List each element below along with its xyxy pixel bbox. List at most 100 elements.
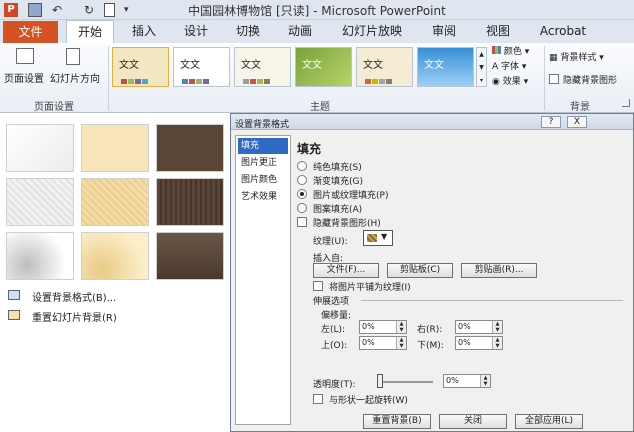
offset-bottom-spinner[interactable]: 0% ▲ ▼ [455,336,503,350]
tab-file[interactable]: 文件 [3,21,58,43]
transparency-slider-thumb[interactable] [377,374,383,388]
spin-arrows-icon[interactable]: ▲ ▼ [396,321,406,333]
tab-home[interactable]: 开始 [66,20,114,43]
tab-design[interactable]: 设计 [172,20,220,43]
offset-left-value: 0% [362,322,375,331]
nav-artistic-effects[interactable]: 艺术效果 [238,189,288,205]
nav-picture-color[interactable]: 图片颜色 [238,172,288,188]
rotate-with-shape-label: 与形状一起旋转(W) [329,396,408,406]
tab-review[interactable]: 审阅 [420,20,468,43]
fonts-label: 字体 [501,62,520,72]
nav-picture-correction[interactable]: 图片更正 [238,155,288,171]
apply-all-button[interactable]: 全部应用(L) [515,414,583,429]
bg-swatch-cream-gradient[interactable] [81,232,149,280]
file-button[interactable]: 文件(F)... [313,263,379,278]
spin-arrows-icon[interactable]: ▲ ▼ [480,375,490,387]
effects-icon: ◉ [492,77,500,87]
clipart-button[interactable]: 剪贴画(R)... [461,263,537,278]
reset-bg-menu-item[interactable]: 重置幻灯片背景(R) [32,309,117,324]
clipboard-button[interactable]: 剪贴板(C) [387,263,453,278]
bg-swatch-cream-texture[interactable] [81,178,149,226]
theme-sample-text: 文文 [241,60,261,71]
texture-picker[interactable]: ▼ [363,230,393,246]
window-title: 中国园林博物馆 [只读] - Microsoft PowerPoint [188,4,446,18]
spin-arrows-icon[interactable]: ▲ ▼ [396,337,406,349]
offset-top-spinner[interactable]: 0% ▲ ▼ [359,336,407,350]
fill-heading: 填充 [297,142,322,156]
theme-color-bars [182,76,222,84]
theme-sample-text: 文文 [302,60,322,71]
theme-color-bars [365,76,405,84]
transparency-spinner[interactable]: 0% ▲ ▼ [443,374,491,388]
tile-checkbox[interactable] [313,281,323,291]
pattern-fill-label: 图案填充(A) [313,205,363,215]
theme-thumb-1[interactable]: 文文 [112,47,169,87]
bg-swatch-brown-texture[interactable] [156,178,224,226]
gradient-fill-radio[interactable] [297,175,307,185]
tab-acrobat[interactable]: Acrobat [528,20,598,43]
offset-left-label: 左(L): [321,325,346,335]
nav-fill[interactable]: 填充 [238,138,288,154]
page-setup-button[interactable]: 页面设置 [4,46,48,90]
hide-graphics-checkbox[interactable] [297,217,307,227]
offset-bottom-label: 下(M): [417,341,444,351]
bg-swatch-brown-plain[interactable] [156,124,224,172]
picture-fill-radio[interactable] [297,189,307,199]
tile-label: 将图片平铺为纹理(I) [329,283,411,293]
theme-sample-text: 文文 [363,60,383,71]
theme-thumb-2[interactable]: 文文 [173,47,230,87]
orientation-button[interactable]: 幻灯片方向 [50,46,104,90]
format-bg-icon [8,290,20,300]
close-button[interactable]: 关闭 [439,414,507,429]
chevron-down-icon: ▼ [381,232,388,241]
group-label-theme: 主题 [310,102,330,113]
effects-menu[interactable]: ◉ 效果 ▾ [492,74,528,87]
theme-color-bars [121,76,161,84]
tab-transitions[interactable]: 切换 [224,20,272,43]
dialog-title-bar: 设置背景格式 ? X [231,114,633,130]
gradient-fill-label: 渐变填充(G) [313,177,363,187]
solid-fill-radio[interactable] [297,161,307,171]
theme-thumb-6[interactable]: 文文 [417,47,474,87]
offset-right-spinner[interactable]: 0% ▲ ▼ [455,320,503,334]
page-setup-label: 页面设置 [4,74,44,85]
theme-thumb-3[interactable]: 文文 [234,47,291,87]
theme-sample-text: 文文 [180,60,200,71]
ribbon-separator [544,46,545,110]
tab-view[interactable]: 视图 [474,20,522,43]
theme-sample-text: 文文 [424,60,444,71]
theme-gallery-scroll[interactable]: ▲ ▼ ▾ [476,47,487,87]
theme-color-bars [243,76,283,84]
theme-thumb-5[interactable]: 文文 [356,47,413,87]
hide-graphics-label: 隐藏背景图形(H) [313,219,381,229]
format-bg-menu-item[interactable]: 设置背景格式(B)... [32,289,116,304]
spin-arrows-icon[interactable]: ▲ ▼ [492,321,502,333]
colors-menu[interactable]: 颜色 ▾ [492,44,529,57]
rotate-with-shape-checkbox[interactable] [313,394,323,404]
stretch-divider [361,300,623,301]
tab-insert[interactable]: 插入 [120,20,168,43]
pattern-fill-radio[interactable] [297,203,307,213]
bg-swatch-white-texture[interactable] [6,178,74,226]
transparency-track[interactable] [377,381,433,383]
reset-background-button[interactable]: 重置背景(B) [363,414,431,429]
bg-swatch-white-plain[interactable] [6,124,74,172]
dialog-launcher-icon[interactable] [622,99,630,107]
close-icon[interactable]: X [567,116,587,128]
offset-left-spinner[interactable]: 0% ▲ ▼ [359,320,407,334]
bg-swatch-cream-plain[interactable] [81,124,149,172]
fonts-menu[interactable]: A 字体 ▾ [492,59,526,72]
tab-animations[interactable]: 动画 [276,20,324,43]
tab-slideshow[interactable]: 幻灯片放映 [330,20,414,43]
bg-swatch-brown-gradient[interactable] [156,232,224,280]
theme-thumb-4[interactable]: 文文 [295,47,352,87]
stretch-options-label: 伸展选项 [313,297,350,307]
bg-styles-icon: ▦ [549,53,558,63]
group-label-page-setup: 页面设置 [34,102,74,113]
help-button[interactable]: ? [541,116,561,128]
bg-styles-menu[interactable]: ▦ 背景样式 ▾ [549,50,604,63]
theme-sample-text: 文文 [119,60,139,71]
bg-swatch-white-gradient[interactable] [6,232,74,280]
spin-arrows-icon[interactable]: ▲ ▼ [492,337,502,349]
hide-bg-graphics-checkbox[interactable] [549,74,559,84]
